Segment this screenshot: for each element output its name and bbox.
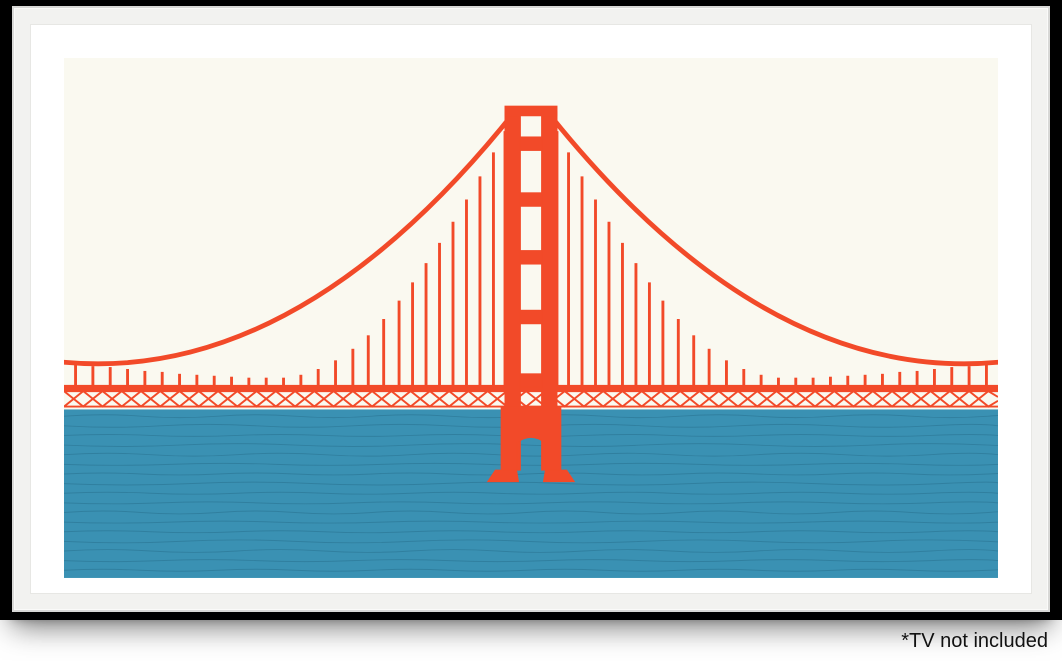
frame-bevel bbox=[30, 24, 1032, 594]
artwork-golden-gate-bridge bbox=[64, 58, 998, 578]
product-backdrop bbox=[0, 0, 1062, 620]
tv-frame bbox=[12, 6, 1050, 612]
frame-mat bbox=[64, 58, 998, 560]
disclaimer-text: *TV not included bbox=[901, 630, 1048, 653]
